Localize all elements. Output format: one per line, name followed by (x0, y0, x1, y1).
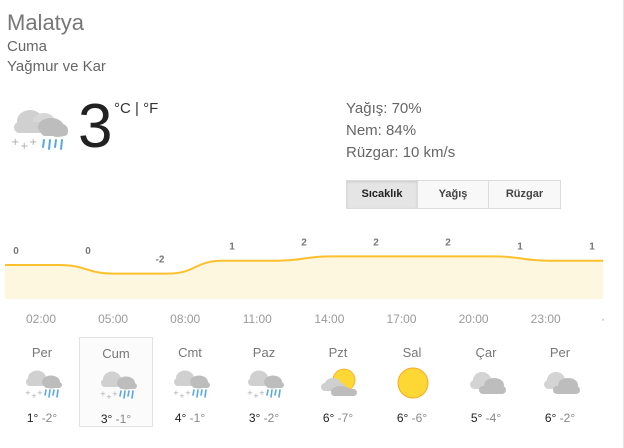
forecast-high: 6° (322, 411, 335, 425)
forecast-low: -6° (411, 411, 428, 425)
temperature-value-label: 0 (13, 246, 19, 257)
tab-temperature[interactable]: Sıcaklık (346, 180, 418, 209)
precipitation-value: Yağış: 70% (346, 100, 422, 117)
forecast-day[interactable]: Cum + + + 3° -1° (79, 337, 153, 427)
humidity-value: Nem: 84% (346, 122, 417, 139)
forecast-low: -1° (189, 411, 206, 425)
forecast-high: 4° (174, 411, 187, 425)
current-condition: Yağmur ve Kar (7, 58, 106, 75)
temperature-value-label: 2 (445, 237, 451, 248)
svg-text:+: + (185, 389, 191, 397)
forecast-day-name: Cmt (178, 345, 202, 360)
forecast-day-name: Per (31, 345, 53, 360)
cloudy-icon (467, 367, 507, 399)
svg-text:+: + (11, 137, 19, 148)
forecast-low: -2° (559, 411, 576, 425)
forecast-temps: 1° -2° (5, 411, 79, 425)
rain-snow-icon: + + + (171, 367, 211, 400)
temperature-area (5, 256, 603, 299)
svg-text:+: + (29, 137, 37, 148)
temperature-value-label: -2 (156, 255, 165, 266)
temperature-value-label: 1 (229, 242, 235, 253)
rain-snow-icon: + + + (8, 104, 70, 154)
forecast-temps: 5° -4° (449, 411, 523, 425)
sunny-icon (393, 367, 433, 399)
hour-label: 02:00 (26, 312, 56, 326)
forecast-day[interactable]: Cmt + + + 4° -1° (153, 337, 227, 427)
tab-precipitation[interactable]: Yağış (418, 180, 489, 209)
forecast-high: 5° (470, 411, 483, 425)
forecast-day[interactable]: Pzt 6° -7° (301, 337, 375, 427)
fahrenheit-toggle[interactable]: °F (143, 100, 158, 117)
hour-label: 11:00 (243, 312, 272, 326)
hour-label-partial: · (601, 312, 605, 326)
forecast-low: -2° (263, 411, 280, 425)
forecast-day[interactable]: Paz + + + 3° -2° (227, 337, 301, 427)
tab-wind[interactable]: Rüzgar (489, 180, 561, 209)
forecast-low: -7° (337, 411, 354, 425)
forecast-day-name: Pzt (328, 345, 348, 360)
wind-value: Rüzgar: 10 km/s (346, 144, 456, 161)
unit-separator: | (130, 100, 144, 117)
cloudy-icon (541, 367, 581, 399)
current-temperature: 3 (78, 92, 113, 161)
svg-text:+: + (20, 141, 28, 152)
forecast-high: 6° (544, 411, 557, 425)
forecast-day[interactable]: Çar 5° -4° (449, 337, 523, 427)
svg-text:+: + (37, 389, 43, 397)
hour-label: 05:00 (98, 312, 128, 326)
forecast-day[interactable]: Sal 6° -6° (375, 337, 449, 427)
svg-text:+: + (259, 389, 265, 397)
forecast-temps: 4° -1° (153, 411, 227, 425)
forecast-temps: 6° -2° (523, 411, 597, 425)
forecast-day-name: Cum (102, 346, 130, 361)
hour-label: 23:00 (531, 312, 561, 326)
forecast-day[interactable]: Per 6° -2° (523, 337, 597, 427)
forecast-day-name: Çar (475, 345, 497, 360)
daily-forecast: Per + + +1° -2° Cum + + +3° -1° Cmt + + +4° -1° Paz +… (5, 337, 597, 427)
forecast-low: -1° (115, 412, 132, 426)
forecast-low: -4° (485, 411, 502, 425)
temperature-value-label: 2 (373, 237, 379, 248)
temperature-value-label: 1 (589, 242, 595, 253)
forecast-temps: 6° -6° (375, 411, 449, 425)
weather-details: Yağış: 70% Nem: 84% Rüzgar: 10 km/s (346, 98, 455, 164)
temperature-value-label: 2 (301, 237, 307, 248)
forecast-temps: 6° -7° (301, 411, 375, 425)
forecast-high: 6° (396, 411, 409, 425)
hour-label: 08:00 (170, 312, 200, 326)
temperature-value-label: 0 (85, 246, 91, 257)
rain-snow-icon: + + + (98, 368, 138, 401)
partly-cloudy-icon (319, 367, 359, 399)
rain-snow-icon: + + + (23, 367, 63, 400)
forecast-temps: 3° -1° (80, 412, 152, 426)
rain-snow-icon: + + + (245, 367, 285, 400)
hour-label: 20:00 (459, 312, 489, 326)
forecast-high: 1° (26, 411, 39, 425)
hour-label: 14:00 (314, 312, 344, 326)
temperature-value-label: 1 (517, 242, 523, 253)
forecast-day[interactable]: Per + + + 1° -2° (5, 337, 79, 427)
svg-text:+: + (112, 390, 118, 398)
forecast-high: 3° (248, 411, 261, 425)
unit-switch: °C | °F (114, 100, 158, 117)
forecast-day-name: Paz (252, 345, 276, 360)
forecast-day-name: Per (549, 345, 571, 360)
location-title: Malatya (7, 10, 85, 35)
current-day: Cuma (7, 38, 48, 55)
forecast-low: -2° (41, 411, 58, 425)
celsius-toggle[interactable]: °C (114, 100, 131, 117)
forecast-temps: 3° -2° (227, 411, 301, 425)
hour-label: 17:00 (386, 312, 416, 326)
temperature-chart[interactable]: 0 0 -2 1 2 2 2 1 1 02:00 05:00 08:00 11:00 14:00 17:00… (0, 228, 612, 334)
forecast-high: 3° (100, 412, 113, 426)
chart-tabs: Sıcaklık Yağış Rüzgar (346, 180, 561, 209)
forecast-day-name: Sal (402, 345, 422, 360)
